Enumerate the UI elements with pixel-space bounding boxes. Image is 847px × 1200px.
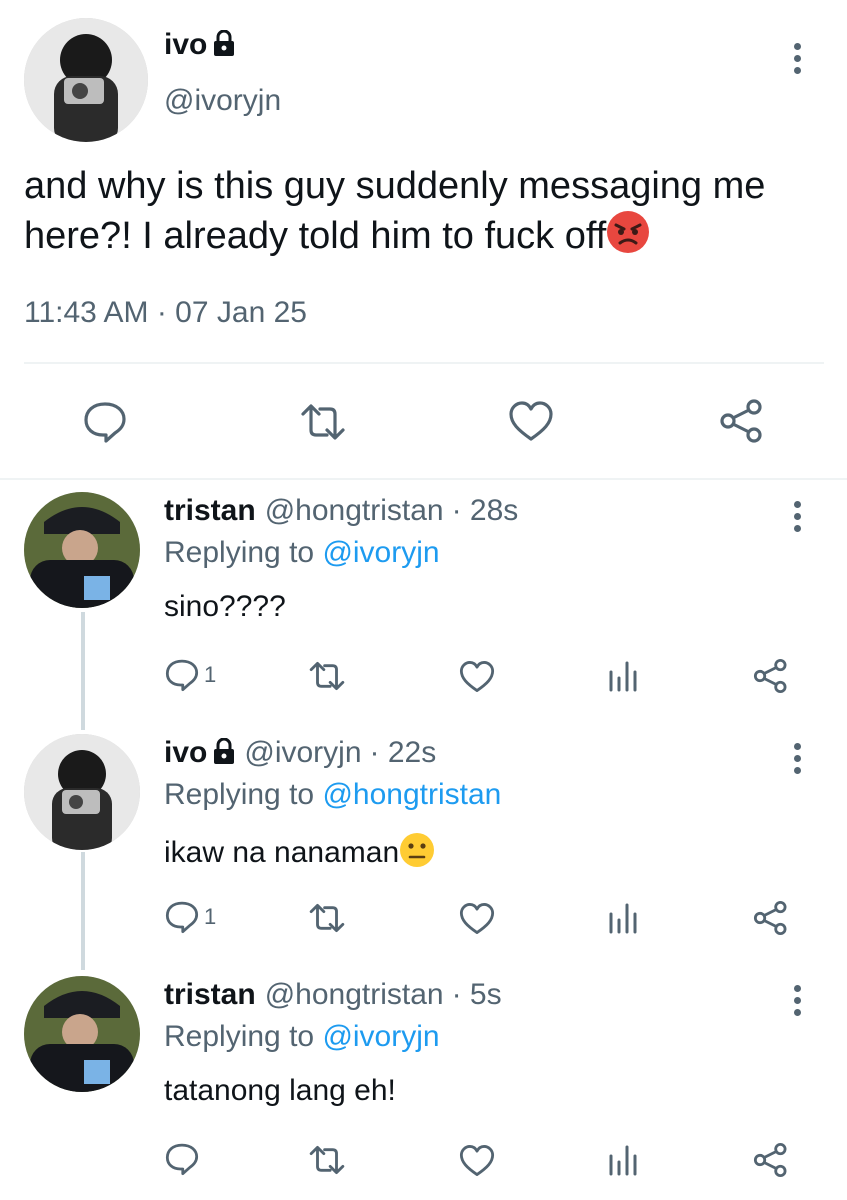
tweet-text-content: and why is this guy suddenly messaging m…: [24, 165, 766, 258]
reply-count: 1: [204, 904, 217, 929]
replying-prefix: Replying to: [164, 1020, 323, 1053]
analytics-button[interactable]: [608, 1144, 638, 1176]
share-button[interactable]: [718, 398, 766, 444]
replying-to: Replying to @ivoryjn: [164, 1020, 440, 1054]
reply-count: 1: [204, 662, 217, 687]
lock-icon: [213, 29, 235, 61]
reply-text: tatanong lang eh!: [164, 1074, 396, 1107]
analytics-icon: [609, 1145, 637, 1176]
reply-time[interactable]: · 28s: [452, 494, 519, 528]
lock-icon: [213, 737, 235, 769]
divider: [24, 362, 824, 364]
avatar-photo-icon: [24, 734, 140, 850]
reply-tweet: tristan @hongtristan · 5s Replying to @i…: [0, 974, 847, 1200]
analytics-button[interactable]: [608, 660, 638, 692]
retweet-button[interactable]: [308, 902, 346, 934]
handle[interactable]: @ivoryjn: [244, 736, 361, 770]
heart-icon: [459, 661, 495, 692]
author-row: tristan @hongtristan · 28s: [164, 494, 518, 528]
main-tweet: ivo @ivoryjn and why is this guy suddenl…: [0, 0, 847, 478]
avatar[interactable]: [24, 734, 140, 850]
reply-icon: [165, 901, 199, 934]
more-options-icon[interactable]: [787, 980, 807, 1020]
more-options-icon[interactable]: [787, 496, 807, 536]
share-icon: [753, 900, 787, 936]
display-name[interactable]: tristan: [164, 978, 256, 1012]
reply-tweet: ivo @ivoryjn · 22s Replying to @hongtris…: [0, 732, 847, 966]
author-name-row: ivo: [164, 28, 235, 62]
section-divider: [0, 478, 847, 480]
display-name[interactable]: ivo: [164, 28, 207, 62]
tweet-text: and why is this guy suddenly messaging m…: [24, 162, 834, 266]
avatar[interactable]: [24, 976, 140, 1092]
mention-link[interactable]: @ivoryjn: [322, 1020, 439, 1053]
retweet-button[interactable]: [308, 660, 346, 692]
reply-icon: [84, 402, 126, 443]
handle[interactable]: @hongtristan: [265, 978, 444, 1012]
share-button[interactable]: [752, 900, 790, 936]
reply-button[interactable]: [164, 1142, 200, 1176]
handle[interactable]: @hongtristan: [265, 494, 444, 528]
reply-button[interactable]: [82, 400, 128, 444]
retweet-button[interactable]: [308, 1144, 346, 1176]
avatar[interactable]: [24, 18, 148, 142]
reply-time[interactable]: · 22s: [370, 736, 437, 770]
replying-prefix: Replying to: [164, 536, 323, 569]
like-button[interactable]: [508, 400, 554, 442]
retweet-button[interactable]: [299, 402, 347, 442]
angry-face-icon: [606, 210, 650, 266]
retweet-icon: [309, 1145, 345, 1175]
share-icon: [720, 399, 762, 443]
replying-prefix: Replying to: [164, 778, 323, 811]
reply-button[interactable]: 1: [164, 900, 216, 934]
avatar-photo-icon: [24, 492, 140, 608]
reply-icon: [165, 1143, 199, 1176]
like-button[interactable]: [459, 660, 495, 693]
replying-to: Replying to @ivoryjn: [164, 536, 440, 570]
share-button[interactable]: [752, 1142, 790, 1178]
author-row: ivo @ivoryjn · 22s: [164, 736, 436, 770]
reply-text-content: ikaw na nanaman: [164, 835, 400, 869]
share-icon: [753, 658, 787, 694]
handle[interactable]: @ivoryjn: [164, 84, 281, 118]
retweet-icon: [309, 661, 345, 691]
heart-icon: [459, 903, 495, 934]
share-button[interactable]: [752, 658, 790, 694]
avatar[interactable]: [24, 492, 140, 608]
author-handle-row: @ivoryjn: [164, 84, 281, 118]
replying-to: Replying to @hongtristan: [164, 778, 501, 812]
display-name[interactable]: tristan: [164, 494, 256, 528]
reply-tweet: tristan @hongtristan · 28s Replying to @…: [0, 490, 847, 724]
reply-time[interactable]: · 5s: [452, 978, 502, 1012]
avatar-photo-icon: [24, 18, 148, 142]
retweet-icon: [301, 404, 345, 440]
tweet-timestamp[interactable]: 11:43 AM · 07 Jan 25: [24, 296, 307, 330]
share-icon: [753, 1142, 787, 1178]
display-name[interactable]: ivo: [164, 736, 207, 770]
heart-icon: [509, 401, 553, 441]
heart-icon: [459, 1145, 495, 1176]
author-row: tristan @hongtristan · 5s: [164, 978, 502, 1012]
avatar-photo-icon: [24, 976, 140, 1092]
mention-link[interactable]: @hongtristan: [322, 778, 501, 811]
retweet-icon: [309, 903, 345, 933]
neutral-face-icon: [399, 832, 435, 876]
analytics-button[interactable]: [608, 902, 638, 934]
reply-text: sino????: [164, 590, 286, 623]
like-button[interactable]: [459, 902, 495, 935]
reply-icon: [165, 659, 199, 692]
analytics-icon: [609, 903, 637, 934]
analytics-icon: [609, 661, 637, 692]
mention-link[interactable]: @ivoryjn: [322, 536, 439, 569]
more-options-icon[interactable]: [787, 738, 807, 778]
like-button[interactable]: [459, 1144, 495, 1177]
reply-button[interactable]: 1: [164, 658, 216, 692]
reply-text: ikaw na nanaman: [164, 832, 435, 876]
more-options-icon[interactable]: [787, 38, 807, 78]
